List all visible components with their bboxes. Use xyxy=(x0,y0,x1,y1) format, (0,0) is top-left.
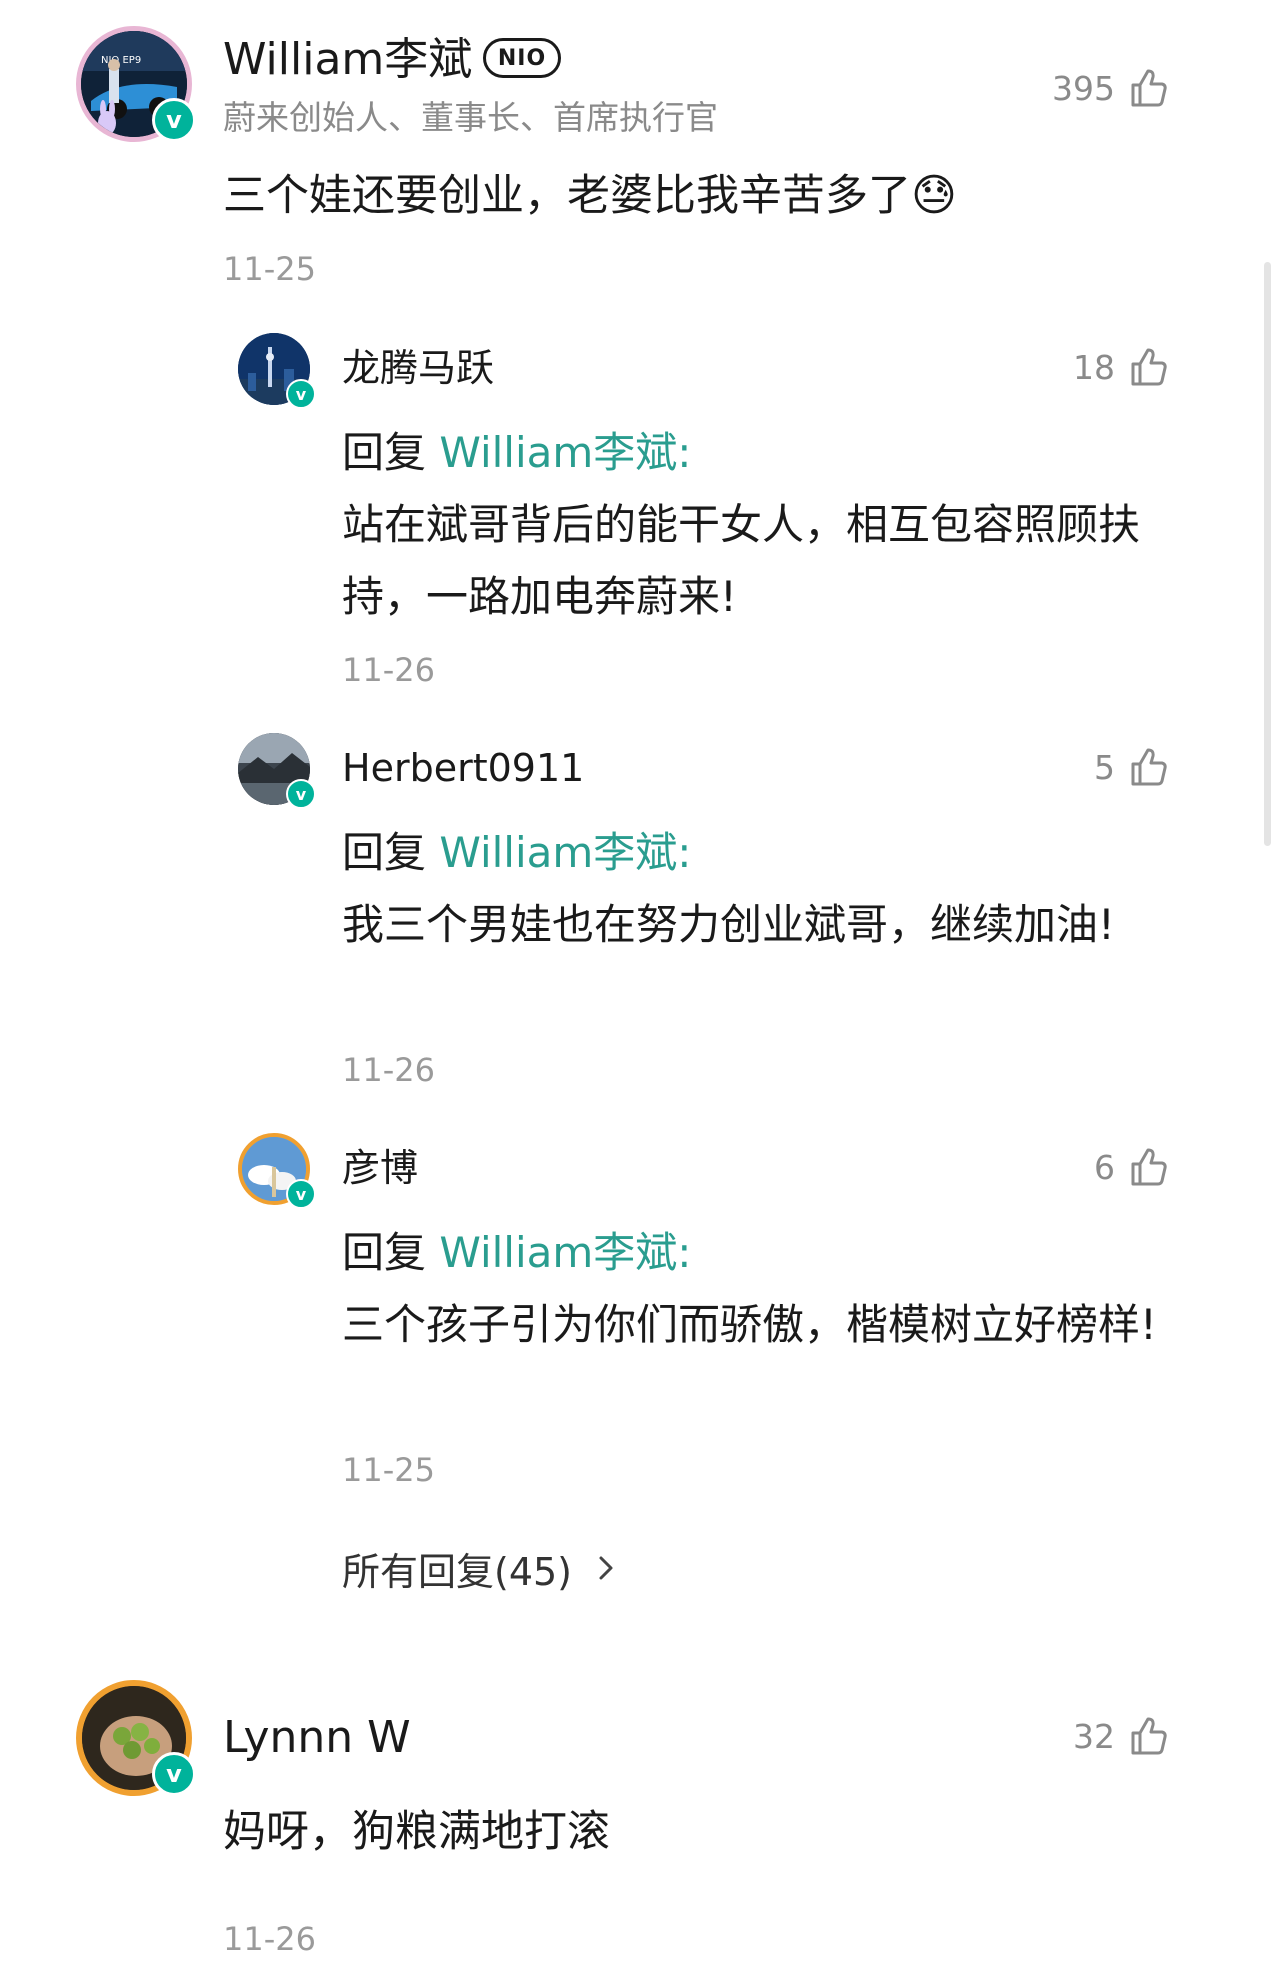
all-replies-link[interactable]: 所有回复(45) xyxy=(342,1540,620,1596)
reply-author-name[interactable]: 龙腾马跃 xyxy=(342,343,494,393)
avatar[interactable]: v xyxy=(238,733,316,809)
avatar[interactable]: NIO EP9 v xyxy=(76,26,196,142)
thumbs-up-icon xyxy=(1131,348,1167,386)
reply-author-name[interactable]: Herbert0911 xyxy=(342,743,584,793)
reply-date: 11-26 xyxy=(342,651,435,689)
reply-item: v 龙腾马跃 18 回复 William李斌: 站在斌哥背后的能干女人，相互包容… xyxy=(0,325,1279,705)
sad-sweat-emoji-icon: 😓 xyxy=(911,170,957,221)
like-count: 6 xyxy=(1094,1147,1115,1187)
reply-date: 11-25 xyxy=(342,1451,435,1489)
avatar[interactable]: v xyxy=(238,333,316,409)
like-button[interactable]: 6 xyxy=(1094,1143,1169,1191)
reply-prefix: 回复 xyxy=(342,428,440,477)
comment-text: 妈呀，狗粮满地打滚 xyxy=(223,1796,1123,1868)
author-name[interactable]: William李斌 xyxy=(223,32,472,88)
chevron-right-icon xyxy=(599,1556,613,1580)
thumbs-up-icon xyxy=(1131,69,1167,107)
avatar-caption: NIO EP9 xyxy=(101,55,141,66)
comment-body: 妈呀，狗粮满地打滚 xyxy=(223,1807,610,1857)
like-count: 18 xyxy=(1073,347,1115,387)
reply-text: 回复 William李斌: 三个孩子引为你们而骄傲，楷模树立好榜样! xyxy=(342,1217,1197,1361)
like-button[interactable]: 18 xyxy=(1073,343,1169,391)
comment-date: 11-25 xyxy=(223,250,316,288)
reply-mention-link[interactable]: William李斌: xyxy=(439,1228,691,1277)
reply-item: v 彦博 6 回复 William李斌: 三个孩子引为你们而骄傲，楷模树立好榜样… xyxy=(0,1125,1279,1505)
like-count: 395 xyxy=(1052,68,1115,108)
comment-text: 三个娃还要创业，老婆比我辛苦多了😓 xyxy=(223,160,1123,232)
verified-badge-icon: v xyxy=(152,1752,196,1796)
verified-badge-icon: v xyxy=(286,1179,316,1209)
like-button[interactable]: 32 xyxy=(1073,1712,1169,1760)
reply-mention-link[interactable]: William李斌: xyxy=(439,828,691,877)
like-button[interactable]: 395 xyxy=(1052,64,1169,112)
like-count: 5 xyxy=(1094,747,1115,787)
author-name[interactable]: Lynnn W xyxy=(223,1710,411,1766)
author-title: 蔚来创始人、董事长、首席执行官 xyxy=(223,98,718,137)
like-count: 32 xyxy=(1073,1716,1115,1756)
verified-badge-icon: v xyxy=(152,98,196,142)
avatar[interactable]: v xyxy=(76,1680,196,1796)
reply-mention-link[interactable]: William李斌: xyxy=(439,428,691,477)
comment-body: 三个娃还要创业，老婆比我辛苦多了 xyxy=(223,171,911,221)
avatar[interactable]: v xyxy=(238,1133,316,1209)
reply-text: 回复 William李斌: 站在斌哥背后的能干女人，相互包容照顾扶持，一路加电奔… xyxy=(342,417,1197,633)
reply-text: 回复 William李斌: 我三个男娃也在努力创业斌哥，继续加油! xyxy=(342,817,1162,961)
thumbs-up-icon xyxy=(1131,1717,1167,1755)
like-button[interactable]: 5 xyxy=(1094,743,1169,791)
reply-body: 三个孩子引为你们而骄傲，楷模树立好榜样! xyxy=(342,1300,1157,1349)
reply-prefix: 回复 xyxy=(342,828,440,877)
reply-date: 11-26 xyxy=(342,1051,435,1089)
reply-item: v Herbert0911 5 回复 William李斌: 我三个男娃也在努力创… xyxy=(0,725,1279,1105)
reply-body: 我三个男娃也在努力创业斌哥，继续加油! xyxy=(342,900,1115,949)
reply-author-name[interactable]: 彦博 xyxy=(342,1143,418,1193)
comment-date: 11-26 xyxy=(223,1920,316,1958)
thumbs-up-icon xyxy=(1131,1148,1167,1186)
thumbs-up-icon xyxy=(1131,748,1167,786)
reply-prefix: 回复 xyxy=(342,1228,440,1277)
verified-badge-icon: v xyxy=(286,779,316,809)
all-replies-label: 所有回复(45) xyxy=(342,1549,573,1594)
verified-badge-icon: v xyxy=(286,379,316,409)
comment-item: v Lynnn W 32 妈呀，狗粮满地打滚 11-26 xyxy=(0,1670,1279,1981)
reply-body: 站在斌哥背后的能干女人，相互包容照顾扶持，一路加电奔蔚来! xyxy=(342,500,1141,621)
nio-badge: NIO xyxy=(483,38,561,78)
main-comment: NIO EP9 v William李斌 NIO 蔚来创始人、董事长、首席执行官 … xyxy=(0,0,1279,300)
